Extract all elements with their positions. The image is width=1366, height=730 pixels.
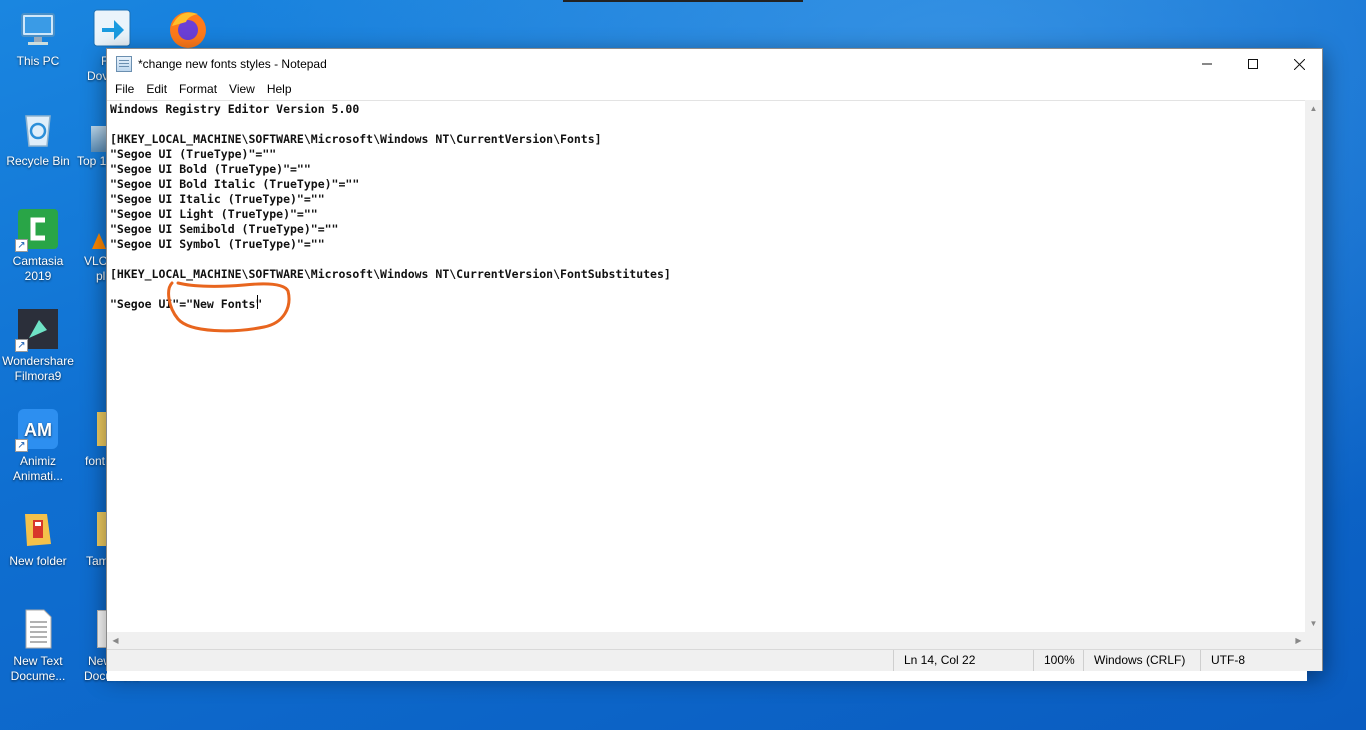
minimize-icon: [1202, 63, 1212, 65]
menu-edit[interactable]: Edit: [140, 79, 173, 99]
recycle-bin-icon: [17, 108, 59, 150]
shortcut-arrow-icon: ↗: [15, 439, 28, 452]
desktop-icon-firefox[interactable]: [166, 6, 210, 50]
desktop-icon-this-pc[interactable]: This PC: [0, 8, 76, 69]
camtasia-icon: ↗: [15, 208, 59, 252]
title-bar[interactable]: *change new fonts styles - Notepad: [107, 49, 1322, 79]
menu-help[interactable]: Help: [261, 79, 298, 99]
desktop-icon-label: New folder: [9, 554, 67, 568]
close-button[interactable]: [1276, 49, 1322, 79]
status-encoding: UTF-8: [1200, 650, 1321, 671]
desktop-icon-camtasia[interactable]: ↗ Camtasia 2019: [0, 208, 76, 284]
window-controls: [1184, 49, 1322, 79]
menu-file[interactable]: File: [109, 79, 140, 99]
notepad-window[interactable]: *change new fonts styles - Notepad File …: [106, 48, 1323, 681]
desktop-icon-new-folder[interactable]: New folder: [0, 508, 76, 569]
desktop-icon-new-text-document[interactable]: New Text Docume...: [0, 608, 76, 684]
close-icon: [1293, 58, 1305, 70]
monitor-icon: [17, 8, 59, 50]
desktop-icon-label: Camtasia 2019: [12, 254, 64, 283]
top-edge-bar: [563, 0, 803, 2]
text-document-icon: [17, 608, 59, 650]
desktop-icon-filmora[interactable]: ↗ Wondershare Filmora9: [0, 308, 76, 384]
partial-label: Top 1: [77, 154, 107, 168]
desktop-icon-animiz[interactable]: AM ↗ Animiz Animati...: [0, 408, 76, 484]
maximize-icon: [1248, 59, 1258, 69]
minimize-button[interactable]: [1184, 49, 1230, 79]
status-bar: Ln 14, Col 22 100% Windows (CRLF) UTF-8: [107, 649, 1322, 671]
desktop-icon-label: This PC: [16, 54, 60, 68]
scroll-left-icon[interactable]: ◀: [107, 632, 124, 649]
desktop-icon-label: Recycle Bin: [6, 154, 70, 168]
vertical-scrollbar[interactable]: ▲ ▼: [1305, 100, 1322, 632]
text-editor[interactable]: Windows Registry Editor Version 5.00 [HK…: [107, 100, 1307, 681]
status-line-endings: Windows (CRLF): [1083, 650, 1200, 671]
desktop-icon-top-ten[interactable]: [91, 126, 107, 152]
scrollbar-corner: [1305, 632, 1322, 649]
desktop-icon-vlc[interactable]: [91, 232, 107, 250]
scroll-down-icon[interactable]: ▼: [1305, 615, 1322, 632]
menu-view[interactable]: View: [223, 79, 261, 99]
desktop-icon-label: New Text Docume...: [10, 654, 66, 683]
desktop-icon-recycle-bin[interactable]: Recycle Bin: [0, 108, 76, 169]
status-cursor-position: Ln 14, Col 22: [893, 650, 1033, 671]
partial-label: font: [85, 454, 106, 468]
desktop-icon-downloader[interactable]: [92, 8, 132, 48]
status-zoom: 100%: [1033, 650, 1083, 671]
menu-bar: File Edit Format View Help: [107, 79, 1322, 99]
shortcut-arrow-icon: ↗: [15, 339, 28, 352]
menu-format[interactable]: Format: [173, 79, 223, 99]
svg-text:AM: AM: [24, 420, 52, 440]
filmora-icon: ↗: [15, 308, 59, 352]
shortcut-arrow-icon: ↗: [15, 239, 28, 252]
scroll-up-icon[interactable]: ▲: [1305, 100, 1322, 117]
animiz-icon: AM ↗: [15, 408, 59, 452]
archive-folder-icon: [17, 508, 59, 550]
notepad-icon: [116, 56, 132, 72]
partial-label: pl: [96, 269, 106, 283]
horizontal-scrollbar[interactable]: ◀ ▶: [107, 632, 1307, 649]
partial-label: VLC: [84, 254, 108, 268]
desktop-icon-label: Wondershare Filmora9: [2, 354, 74, 383]
annotation-circle: [167, 281, 291, 333]
desktop-icon-label: Animiz Animati...: [12, 454, 63, 483]
maximize-button[interactable]: [1230, 49, 1276, 79]
window-title: *change new fonts styles - Notepad: [138, 57, 327, 71]
